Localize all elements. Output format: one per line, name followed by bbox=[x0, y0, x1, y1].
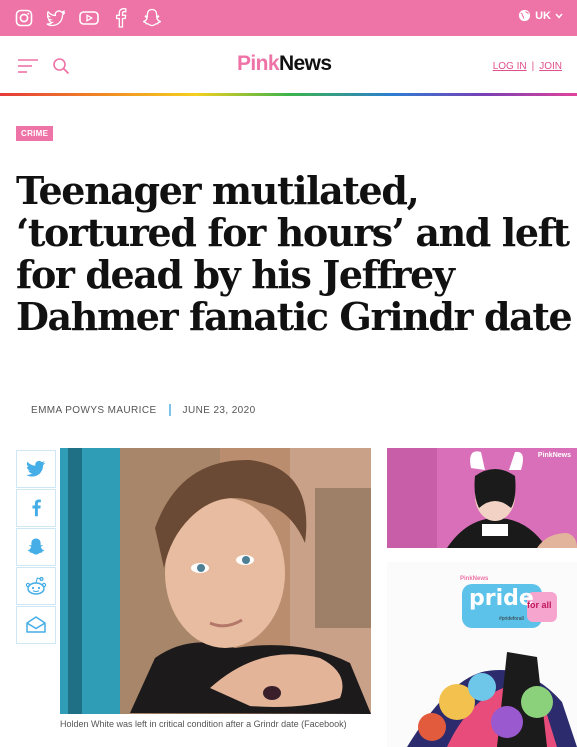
share-reddit-button[interactable] bbox=[16, 567, 56, 605]
rainbow-divider bbox=[0, 93, 577, 96]
share-facebook-button[interactable] bbox=[16, 489, 56, 527]
auth-links: LOG IN | JOIN bbox=[493, 61, 562, 72]
region-label: UK bbox=[535, 9, 551, 22]
publish-date: JUNE 23, 2020 bbox=[182, 404, 256, 416]
globe-icon bbox=[519, 9, 531, 22]
logo-news: News bbox=[278, 52, 332, 75]
share-email-button[interactable] bbox=[16, 606, 56, 644]
reddit-icon bbox=[25, 576, 47, 595]
author-name[interactable]: EMMA POWYS MAURICE bbox=[31, 405, 157, 416]
video-thumbnail[interactable]: PinkNews bbox=[387, 448, 577, 548]
promo-logo: PinkNews bbox=[460, 576, 489, 582]
facebook-icon bbox=[31, 499, 41, 517]
join-link[interactable]: JOIN bbox=[539, 61, 562, 72]
pride-promo-banner[interactable]: PinkNews pride for all #prideforall bbox=[387, 562, 577, 747]
top-bar: UK bbox=[0, 0, 577, 36]
logo-pink: Pink bbox=[237, 52, 280, 75]
twitter-icon[interactable] bbox=[45, 7, 67, 29]
chevron-down-icon bbox=[555, 13, 563, 19]
share-twitter-button[interactable] bbox=[16, 450, 56, 488]
share-snapchat-button[interactable] bbox=[16, 528, 56, 566]
promo-hashtag: #prideforall bbox=[499, 616, 524, 622]
byline-divider bbox=[168, 404, 171, 416]
menu-icon[interactable] bbox=[18, 59, 38, 73]
login-link[interactable]: LOG IN bbox=[493, 61, 527, 72]
article-headline: Teenager mutilated, ‘tortured for hours’… bbox=[16, 168, 573, 339]
facebook-icon[interactable] bbox=[110, 7, 132, 29]
twitter-icon bbox=[26, 460, 45, 477]
category-badge[interactable]: CRIME bbox=[16, 126, 54, 141]
youtube-icon[interactable] bbox=[78, 7, 100, 29]
search-icon[interactable] bbox=[52, 57, 70, 75]
photo-caption: Holden White was left in critical condit… bbox=[60, 719, 347, 729]
byline: EMMA POWYS MAURICE JUNE 23, 2020 bbox=[31, 404, 256, 416]
promo-title: pride bbox=[469, 586, 534, 611]
promo-subtitle: for all bbox=[527, 600, 552, 610]
instagram-icon[interactable] bbox=[13, 7, 35, 29]
email-icon bbox=[26, 616, 46, 633]
site-logo[interactable]: PinkNews bbox=[237, 52, 332, 76]
region-selector[interactable]: UK bbox=[518, 9, 563, 22]
snapchat-icon bbox=[27, 538, 45, 555]
article-photo bbox=[60, 448, 371, 714]
snapchat-icon[interactable] bbox=[141, 7, 163, 29]
video-logo: PinkNews bbox=[537, 452, 571, 459]
auth-separator: | bbox=[531, 61, 535, 72]
